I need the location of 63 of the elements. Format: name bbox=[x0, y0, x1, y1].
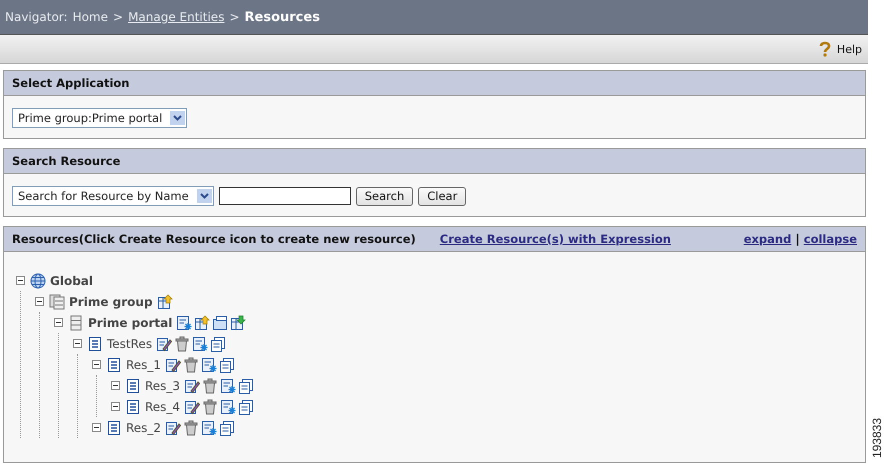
tree-node-label[interactable]: Prime portal bbox=[88, 316, 172, 330]
panel-title: Resources(Click Create Resource icon to create new resource) bbox=[12, 232, 416, 246]
edit-icon[interactable] bbox=[184, 378, 200, 394]
breadcrumb-separator: > bbox=[113, 10, 124, 24]
copy-icon[interactable] bbox=[210, 336, 226, 352]
navigator-label: Navigator: bbox=[5, 10, 68, 24]
breadcrumb-link[interactable]: Manage Entities bbox=[128, 10, 224, 24]
expander-icon[interactable] bbox=[54, 318, 63, 327]
document-icon bbox=[125, 378, 141, 394]
expander-icon[interactable] bbox=[92, 423, 101, 432]
panel-title: Select Application bbox=[12, 76, 130, 90]
trash-icon[interactable] bbox=[174, 336, 190, 352]
tree-node-label[interactable]: TestRes bbox=[107, 336, 152, 350]
copy-icon[interactable] bbox=[219, 420, 236, 436]
expander-icon[interactable] bbox=[92, 360, 101, 369]
document-icon bbox=[125, 398, 141, 414]
edit-icon[interactable] bbox=[184, 398, 200, 414]
tree-node-label[interactable]: Res_4 bbox=[145, 400, 180, 414]
tree-node-label[interactable]: Res_3 bbox=[145, 378, 180, 392]
trash-icon[interactable] bbox=[183, 420, 200, 436]
help-link[interactable]: Help bbox=[818, 41, 862, 57]
expander-icon[interactable] bbox=[111, 402, 120, 411]
tree-node-label[interactable]: Prime group bbox=[69, 294, 153, 308]
tree-node-label[interactable]: Res_1 bbox=[126, 358, 162, 372]
expander-icon[interactable] bbox=[16, 276, 25, 285]
expander-icon[interactable] bbox=[111, 381, 120, 390]
panel-title: Search Resource bbox=[12, 154, 120, 168]
copy-icon[interactable] bbox=[238, 378, 254, 394]
copy-icon[interactable] bbox=[238, 398, 254, 414]
expander-icon[interactable] bbox=[35, 297, 44, 306]
caret-icon bbox=[196, 189, 212, 203]
figure-number: 193833 bbox=[870, 418, 884, 458]
expander-icon[interactable] bbox=[73, 339, 82, 348]
document-icon bbox=[87, 336, 103, 352]
breadcrumb: Home bbox=[72, 10, 108, 24]
edit-icon[interactable] bbox=[165, 420, 182, 436]
create-expression-link[interactable]: Create Resource(s) with Expression bbox=[440, 232, 671, 246]
dropdown[interactable]: Search for Resource by Name bbox=[12, 186, 214, 206]
tree-node-label[interactable]: Res_2 bbox=[126, 420, 162, 434]
search-field[interactable] bbox=[218, 187, 351, 205]
server-icon bbox=[68, 314, 84, 330]
search-button[interactable]: Search bbox=[356, 186, 414, 206]
tree-node-label[interactable]: Global bbox=[50, 274, 94, 288]
folder-icon[interactable] bbox=[212, 314, 228, 330]
breadcrumb: Resources bbox=[244, 10, 320, 24]
edit-icon[interactable] bbox=[165, 356, 182, 372]
copy-icon[interactable] bbox=[219, 356, 236, 372]
clear-button[interactable]: Clear bbox=[418, 186, 466, 206]
trash-icon[interactable] bbox=[202, 378, 218, 394]
link-separator: | bbox=[795, 232, 800, 246]
dropdown[interactable]: Prime group:Prime portal bbox=[12, 108, 188, 128]
question-mark-icon bbox=[818, 41, 832, 57]
trash-icon[interactable] bbox=[202, 398, 218, 414]
edit-icon[interactable] bbox=[156, 336, 172, 352]
breadcrumb-separator: > bbox=[229, 10, 240, 24]
server-stack-icon bbox=[49, 294, 65, 310]
document-icon bbox=[106, 356, 122, 372]
expand-link[interactable]: expand bbox=[744, 232, 792, 246]
collapse-link[interactable]: collapse bbox=[804, 232, 857, 246]
document-icon bbox=[106, 420, 122, 436]
trash-icon[interactable] bbox=[183, 356, 200, 372]
globe-icon bbox=[30, 272, 46, 288]
caret-icon bbox=[170, 111, 186, 125]
